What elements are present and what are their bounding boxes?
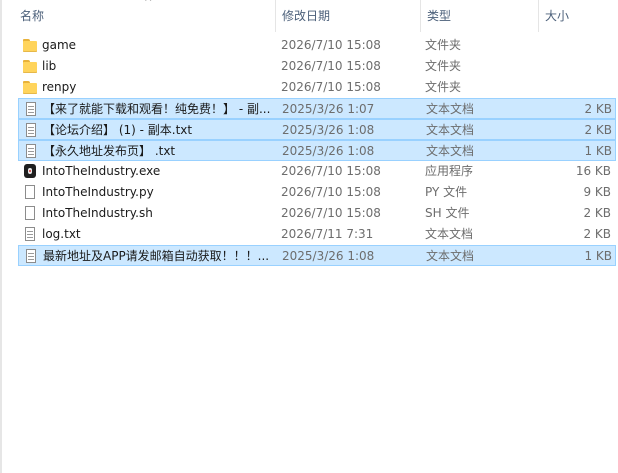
file-name: lib — [42, 59, 57, 73]
file-size — [536, 56, 611, 77]
file-name: 最新地址及APP请发邮箱自动获取！！！... — [43, 249, 270, 263]
file-name: IntoTheIndustry.sh — [42, 206, 153, 220]
file-row[interactable]: IntoTheIndustry.py 2026/7/10 15:08 PY 文件 9 … — [18, 182, 616, 203]
file-row[interactable]: 最新地址及APP请发邮箱自动获取！！！... 2025/3/26 1:08 文本文档… — [18, 245, 616, 266]
folder-icon — [22, 58, 38, 74]
column-header-size[interactable]: 大小 — [538, 0, 618, 32]
file-size: 2 KB — [584, 102, 612, 116]
text-document-icon — [23, 101, 39, 117]
column-header-date-label: 修改日期 — [282, 9, 331, 23]
file-modified-date: 2026/7/10 15:08 — [281, 185, 381, 199]
file-type: 文本文档 — [425, 227, 474, 241]
column-header-bar: 名称 ^ 修改日期 类型 大小 — [2, 0, 618, 32]
file-row[interactable]: 【永久地址发布页】 .txt 2025/3/26 1:08 文本文档 1 KB — [18, 140, 616, 161]
file-modified-date: 2026/7/10 15:08 — [281, 38, 381, 52]
file-modified-date: 2025/3/26 1:08 — [282, 123, 375, 137]
file-size: 1 KB — [584, 249, 612, 263]
file-type: 文本文档 — [426, 144, 475, 158]
folder-icon — [22, 37, 38, 53]
file-type: 文件夹 — [425, 59, 462, 73]
file-type: 应用程序 — [425, 164, 474, 178]
file-row[interactable]: lib 2026/7/10 15:08 文件夹 — [18, 56, 616, 77]
file-row[interactable]: log.txt 2026/7/11 7:31 文本文档 2 KB — [18, 224, 616, 245]
file-type: 文本文档 — [426, 249, 475, 263]
file-type: 文件夹 — [425, 38, 462, 52]
file-name: 【永久地址发布页】 .txt — [43, 144, 176, 158]
column-header-type-label: 类型 — [427, 9, 452, 23]
file-size: 2 KB — [584, 123, 612, 137]
file-row[interactable]: IntoTheIndustry.sh 2026/7/10 15:08 SH 文件 2 … — [18, 203, 616, 224]
file-name: log.txt — [42, 227, 81, 241]
file-modified-date: 2025/3/26 1:07 — [282, 102, 375, 116]
file-size: 16 KB — [575, 164, 611, 178]
file-modified-date: 2026/7/11 7:31 — [281, 227, 374, 241]
file-modified-date: 2026/7/10 15:08 — [281, 80, 381, 94]
column-header-size-label: 大小 — [545, 9, 570, 23]
file-icon — [22, 205, 38, 221]
file-name: IntoTheIndustry.py — [42, 185, 154, 199]
file-size — [536, 77, 611, 98]
file-size: 2 KB — [583, 227, 611, 241]
file-modified-date: 2026/7/10 15:08 — [281, 164, 381, 178]
file-type: SH 文件 — [425, 206, 470, 220]
file-name: 【论坛介绍】 (1) - 副本.txt — [43, 123, 193, 137]
file-type: PY 文件 — [425, 185, 468, 199]
column-header-type[interactable]: 类型 — [420, 0, 538, 32]
window-left-border — [0, 0, 2, 473]
text-document-icon — [23, 122, 39, 138]
file-type: 文本文档 — [426, 102, 475, 116]
file-row[interactable]: 【来了就能下载和观看！纯免费！】 - 副... 2025/3/26 1:07 文本文… — [18, 98, 616, 119]
file-type: 文本文档 — [426, 123, 475, 137]
file-row[interactable]: game 2026/7/10 15:08 文件夹 — [18, 35, 616, 56]
column-header-name-label: 名称 — [20, 9, 45, 23]
file-size — [536, 35, 611, 56]
column-header-date[interactable]: 修改日期 — [275, 0, 420, 32]
file-modified-date: 2026/7/10 15:08 — [281, 206, 381, 220]
folder-icon — [22, 79, 38, 95]
sort-ascending-icon: ^ — [144, 0, 153, 8]
text-document-icon — [22, 226, 38, 242]
file-name: 【来了就能下载和观看！纯免费！】 - 副... — [43, 102, 271, 116]
file-modified-date: 2025/3/26 1:08 — [282, 144, 375, 158]
file-modified-date: 2025/3/26 1:08 — [282, 249, 375, 263]
file-row[interactable]: IntoTheIndustry.exe 2026/7/10 15:08 应用程序 16… — [18, 161, 616, 182]
file-name: IntoTheIndustry.exe — [42, 164, 161, 178]
file-size: 9 KB — [583, 185, 611, 199]
text-document-icon — [23, 248, 39, 264]
file-name: game — [42, 38, 77, 52]
file-icon — [22, 184, 38, 200]
file-size: 1 KB — [584, 144, 612, 158]
file-name: renpy — [42, 80, 77, 94]
file-row[interactable]: renpy 2026/7/10 15:08 文件夹 — [18, 77, 616, 98]
text-document-icon — [23, 143, 39, 159]
file-modified-date: 2026/7/10 15:08 — [281, 59, 381, 73]
file-type: 文件夹 — [425, 80, 462, 94]
application-icon — [22, 163, 38, 179]
file-row[interactable]: 【论坛介绍】 (1) - 副本.txt 2025/3/26 1:08 文本文档 2 K… — [18, 119, 616, 140]
file-size: 2 KB — [583, 206, 611, 220]
